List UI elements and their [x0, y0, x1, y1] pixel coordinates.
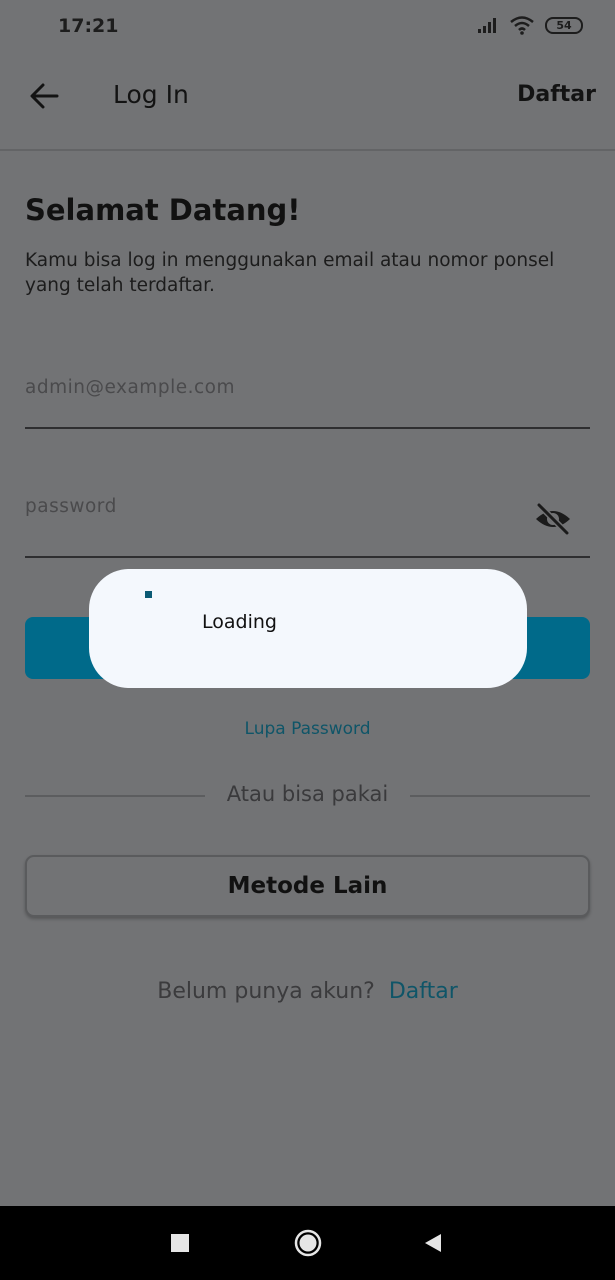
back-button[interactable]	[26, 78, 62, 114]
signal-icon	[478, 18, 496, 33]
home-button[interactable]	[278, 1206, 338, 1280]
back-icon	[425, 1234, 441, 1252]
password-field	[25, 470, 590, 558]
divider-text: Atau bisa pakai	[226, 782, 389, 806]
battery-icon: 54	[545, 16, 583, 34]
page-title: Log In	[113, 80, 189, 109]
loading-spinner	[145, 591, 152, 598]
system-nav-bar	[0, 1206, 615, 1280]
email-input[interactable]	[25, 377, 525, 398]
status-bar: 17:21 54	[0, 0, 615, 56]
wifi-icon	[510, 16, 534, 35]
recent-apps-button[interactable]	[150, 1206, 210, 1280]
status-time: 17:21	[58, 15, 119, 37]
loading-text: Loading	[202, 611, 277, 633]
welcome-subtitle: Kamu bisa log in menggunakan email atau …	[25, 250, 555, 296]
home-icon	[294, 1229, 322, 1257]
password-input[interactable]	[25, 496, 525, 517]
arrow-left-icon	[30, 83, 59, 109]
signup-row: Belum punya akun? Daftar	[0, 979, 615, 1004]
loading-dialog: Loading	[89, 569, 527, 688]
app-bar: Log In Daftar	[0, 56, 615, 151]
signup-link[interactable]: Daftar	[389, 979, 458, 1004]
status-icons: 54	[477, 15, 583, 35]
email-field	[25, 350, 590, 429]
other-method-button[interactable]: Metode Lain	[25, 855, 590, 917]
forgot-password-link[interactable]: Lupa Password	[0, 719, 615, 739]
divider-right	[410, 795, 590, 797]
register-link[interactable]: Daftar	[517, 82, 596, 107]
welcome-heading: Selamat Datang!	[25, 193, 301, 227]
eye-off-icon	[536, 502, 570, 536]
nav-back-button[interactable]	[403, 1206, 463, 1280]
signup-question: Belum punya akun?	[157, 979, 375, 1004]
recent-apps-icon	[171, 1234, 189, 1252]
toggle-password-visibility-button[interactable]	[534, 502, 572, 536]
